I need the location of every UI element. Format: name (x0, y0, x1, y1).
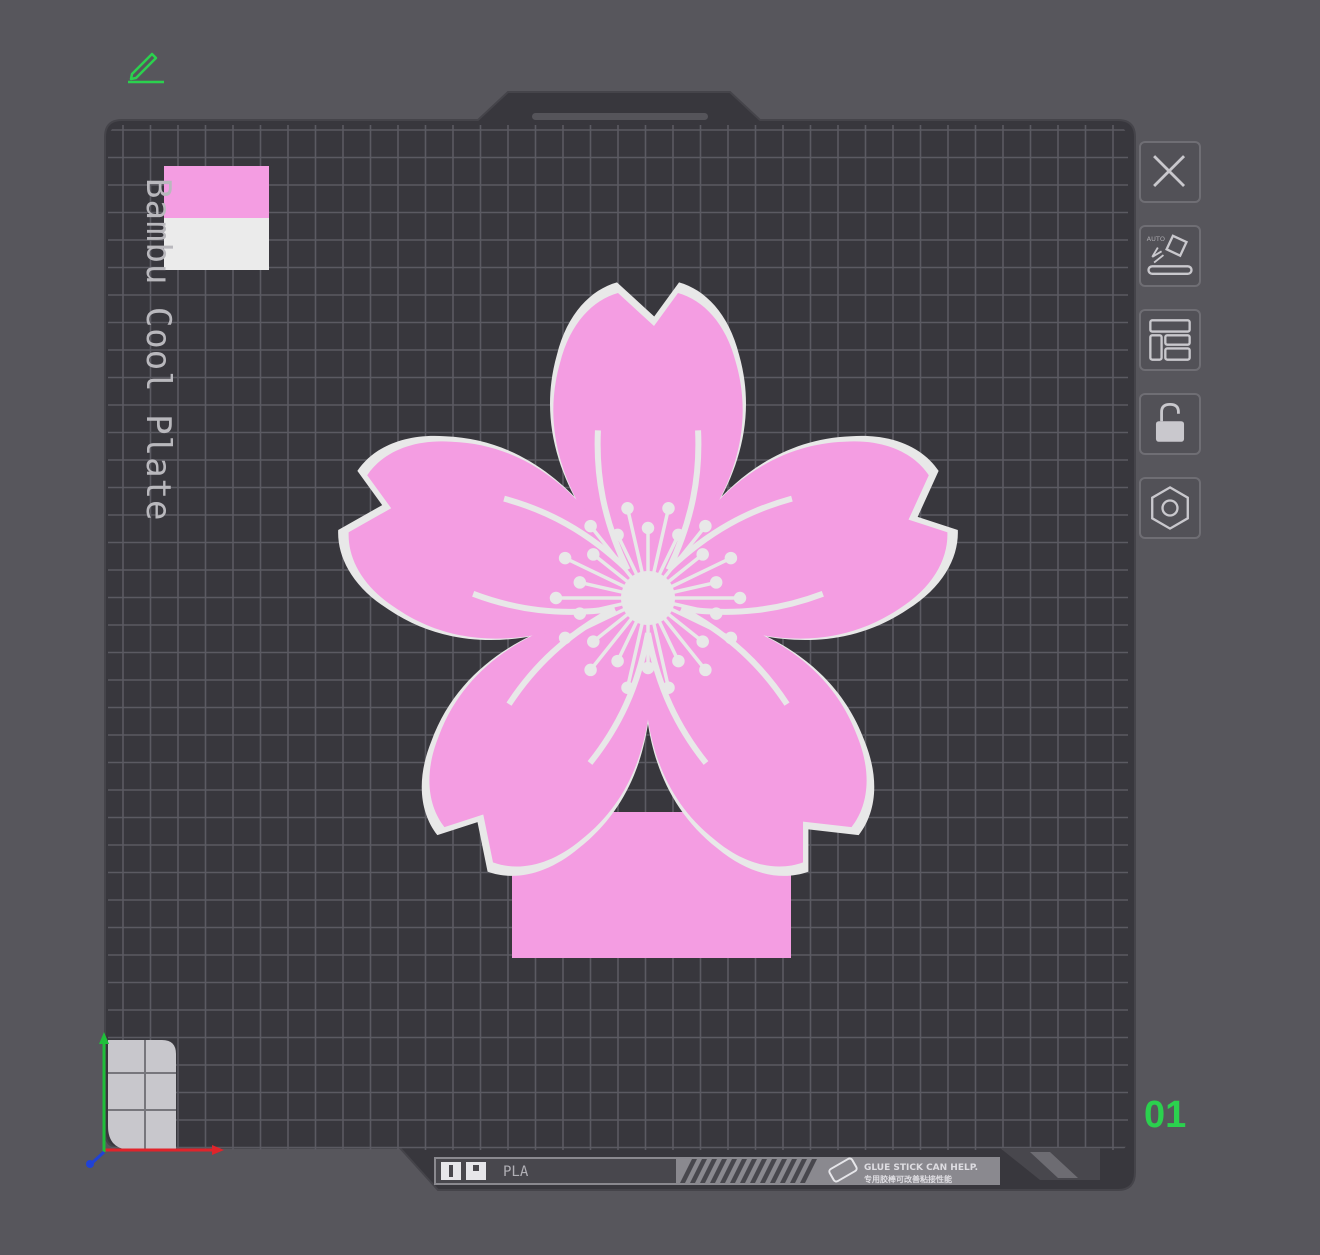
plate-tab-slot (532, 113, 708, 120)
arrange-icon (1149, 319, 1191, 361)
flower-center (621, 571, 675, 625)
stamen-tip (641, 661, 655, 675)
stamen-tip (724, 551, 738, 565)
mini-plate-preview (108, 1040, 176, 1150)
stamen-tip (584, 663, 597, 677)
arrange-button[interactable] (1139, 309, 1201, 371)
stamen-tip (733, 591, 747, 605)
stamen-tip (558, 551, 572, 565)
remove-plate-button[interactable] (1139, 141, 1201, 203)
stamen-tip (621, 502, 634, 515)
lock-plate-button[interactable] (1139, 393, 1201, 455)
stamen-tip (724, 631, 738, 645)
swatch-white (164, 218, 269, 270)
glue-stick-note-en: GLUE STICK CAN HELP. (864, 1163, 978, 1173)
stamen-tip (611, 528, 624, 542)
stamen-tip (696, 635, 709, 648)
stamen-tip (709, 576, 723, 589)
close-icon (1153, 155, 1186, 188)
stamen-tip (587, 548, 600, 561)
plate-type-label: Bambu Cool Plate (138, 178, 178, 522)
stamen-tip (573, 576, 587, 589)
filament-color-swatches (164, 166, 269, 270)
stamen-tip (672, 654, 685, 668)
auto-caption: AUTO (1147, 235, 1165, 243)
stamen-tip (662, 502, 675, 515)
stamen-tip (699, 519, 712, 533)
z-axis (90, 1150, 106, 1165)
stamen-tip (549, 591, 563, 605)
build-plate-canvas[interactable]: PLA GLUE STICK CAN HELP. 专用胶棒可改善粘接性能 (0, 0, 1320, 1255)
filament-type-label: PLA (503, 1164, 529, 1180)
plate-settings-button[interactable] (1139, 477, 1201, 539)
stamen-tip (662, 681, 675, 694)
hexagon-nut-icon (1151, 486, 1189, 530)
auto-orient-button[interactable]: AUTO (1139, 225, 1201, 287)
stamen-tip (558, 631, 572, 645)
unlock-icon (1155, 402, 1185, 442)
stamen-tip (672, 528, 685, 542)
stamen-tip (584, 519, 597, 533)
stamen-tip (641, 521, 655, 535)
stamen-tip (573, 607, 587, 620)
swatch-pink (164, 166, 269, 218)
stamen-tip (696, 548, 709, 561)
glue-stick-note-cn: 专用胶棒可改善粘接性能 (864, 1174, 952, 1184)
stamen-tip (611, 654, 624, 668)
plate-number[interactable]: 01 (1144, 1094, 1186, 1137)
auto-orient-icon: AUTO (1147, 234, 1193, 275)
stamen-tip (699, 663, 712, 677)
stamen-tip (709, 607, 723, 620)
stamen-tip (621, 681, 634, 694)
stamen-tip (587, 635, 600, 648)
